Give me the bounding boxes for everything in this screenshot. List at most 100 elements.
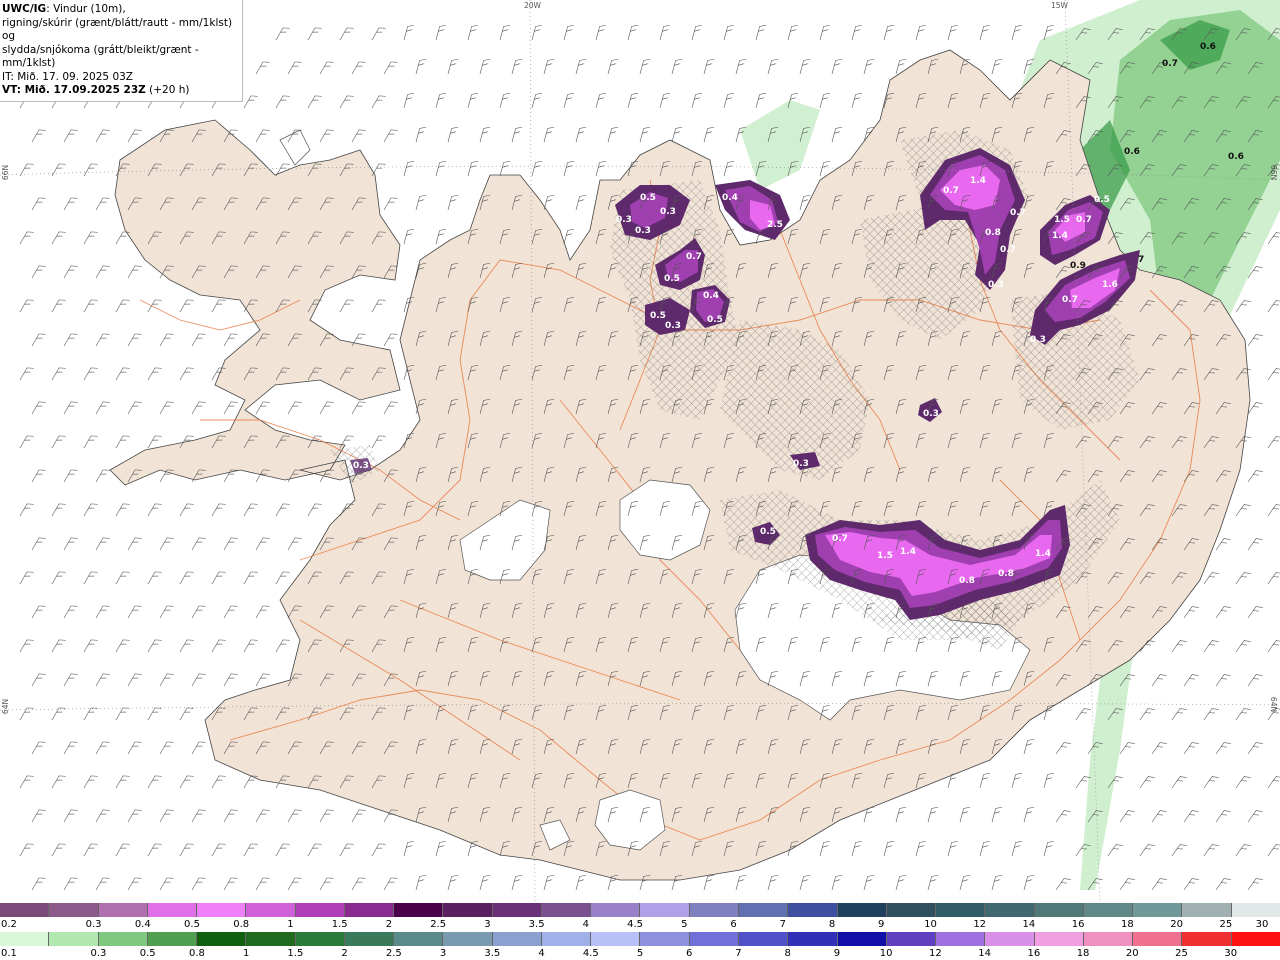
- legend-label: 9: [833, 948, 841, 959]
- legend-label: 5: [636, 948, 644, 959]
- snow-value: 0.3: [616, 215, 632, 225]
- valid-time-bold: VT: Mið. 17.09.2025 23Z: [2, 84, 146, 96]
- legend-swatch: [541, 903, 592, 917]
- valid-time-offset: (+20 h): [145, 84, 190, 96]
- snow-value: 1.4: [1035, 549, 1051, 559]
- snow-value: 2.5: [767, 220, 783, 230]
- legend-swatch: [344, 903, 395, 917]
- legend-swatch: [689, 932, 739, 946]
- snow-value: 1.4: [900, 547, 916, 557]
- legend-label: 0.3: [90, 948, 107, 959]
- snow-value: 1.4: [970, 176, 986, 186]
- snow-value: 0.7: [1076, 215, 1092, 225]
- legend-label: 0.2: [1, 919, 17, 930]
- legend-label: 0.8: [188, 948, 205, 959]
- snow-value: 0.5: [640, 193, 656, 203]
- weather-map: 0.5 0.3 0.3 0.3 0.4 2.5 0.7 0.5 0.4 0.5 …: [0, 0, 1280, 903]
- legend-label: 18: [1076, 948, 1090, 959]
- legend-swatch: [936, 903, 986, 917]
- legend-label: 20: [1125, 948, 1139, 959]
- legend-swatch: [837, 903, 887, 917]
- legend-label: 3: [439, 948, 447, 959]
- snow-value: 0.8: [998, 569, 1014, 579]
- legend-swatch: [1083, 932, 1134, 946]
- rain-value: 0.6: [1228, 152, 1244, 162]
- legend-swatch: [1034, 903, 1084, 917]
- legend-label: 5: [681, 919, 688, 930]
- legend-swatch: [147, 903, 198, 917]
- legend-label: 2: [341, 948, 348, 959]
- legend-label: 18: [1121, 919, 1134, 930]
- legend-swatch: [49, 903, 99, 917]
- snow-value: 0.3: [793, 459, 809, 469]
- legend-label: 20: [1170, 919, 1183, 930]
- legend-label: 0.8: [233, 919, 250, 930]
- legend-label: 0.3: [85, 919, 102, 930]
- legend-swatch: [246, 932, 296, 946]
- legend-swatch: [738, 932, 789, 946]
- legend-swatch: [197, 903, 247, 917]
- snow-value: 1.5: [877, 551, 893, 561]
- legend-label: 14: [1022, 919, 1036, 930]
- snow-value: 0.3: [988, 280, 1004, 290]
- legend-label: 12: [929, 948, 942, 959]
- header-model: UWC/IG: [2, 3, 47, 15]
- legend-label: 0.5: [184, 919, 200, 930]
- legend-swatch: [640, 903, 690, 917]
- legend-swatch: [541, 932, 592, 946]
- legend-label: 1: [242, 948, 250, 959]
- map-header: UWC/IG: Vindur (10m), rigning/skúrir (gr…: [0, 0, 243, 102]
- legend-swatch: [246, 903, 296, 917]
- legend-label: 2: [385, 919, 393, 930]
- header-init-time: IT: Mið. 17. 09. 2025 03Z: [2, 70, 133, 83]
- snow-value: 0.8: [985, 228, 1001, 238]
- snow-value: 0.7: [832, 534, 848, 544]
- snow-value: 1.5: [1054, 215, 1070, 225]
- legend-rain-swatches: [0, 932, 1280, 946]
- legend-label: 10: [924, 919, 937, 930]
- legend-label: 6: [730, 919, 737, 930]
- legend-swatch: [0, 903, 50, 917]
- snow-value: 0.7: [1010, 208, 1026, 218]
- legend-swatch: [295, 903, 345, 917]
- legend-snow-labels: 0.2 0.3 0.4 0.5 0.8 1 1.5 2 2.5 3 3.5 4 4.5 5 6 7 8 9 10 12…: [0, 919, 1280, 931]
- legend-swatch: [591, 903, 641, 917]
- snow-value: 0.5: [760, 527, 776, 537]
- legend-label: 4.5: [627, 919, 644, 930]
- legend-swatch: [1182, 932, 1232, 946]
- legend-swatch: [1231, 903, 1280, 917]
- legend-label: 1.5: [287, 948, 304, 959]
- legend-label: 4: [538, 948, 545, 959]
- legend-swatch: [1182, 903, 1232, 917]
- legend-snow-swatches: [0, 903, 1280, 917]
- legend-swatch: [738, 903, 789, 917]
- snow-value: 1.4: [1052, 231, 1068, 241]
- snow-value: 0.4: [722, 193, 738, 203]
- snow-value: 0.5: [1094, 195, 1110, 205]
- snow-value: 0.7: [1000, 245, 1016, 255]
- rain-value: 0.6: [1124, 147, 1140, 157]
- rain-value: 0.6: [1200, 42, 1216, 52]
- rain-value: 0.7: [1162, 59, 1178, 69]
- legend-swatch: [886, 903, 937, 917]
- legend-label: 4.5: [582, 948, 599, 959]
- legend-label: 16: [1027, 948, 1041, 959]
- legend-swatch: [689, 903, 739, 917]
- legend-swatch: [147, 932, 198, 946]
- legend-swatch: [788, 932, 838, 946]
- snow-value: 0.5: [650, 311, 666, 321]
- legend-label: 25: [1219, 919, 1233, 930]
- legend-swatch: [640, 932, 690, 946]
- legend-swatch: [788, 903, 838, 917]
- color-legend: 0.2 0.3 0.4 0.5 0.8 1 1.5 2 2.5 3 3.5 4 4.5 5 6 7 8 9 10 12…: [0, 903, 1280, 960]
- lat-label-64n-right: 64N: [1269, 696, 1279, 713]
- legend-swatch: [985, 903, 1035, 917]
- lat-label-64n-left: 64N: [1, 698, 11, 715]
- legend-label: 3.5: [528, 919, 545, 930]
- snow-value: 0.7: [686, 252, 702, 262]
- snow-value: 0.3: [923, 409, 939, 419]
- legend-label: 0.1: [1, 948, 17, 959]
- legend-label: 4: [582, 919, 590, 930]
- lon-label-20w: 20W: [524, 1, 541, 10]
- lon-label-15w: 15W: [1051, 1, 1068, 10]
